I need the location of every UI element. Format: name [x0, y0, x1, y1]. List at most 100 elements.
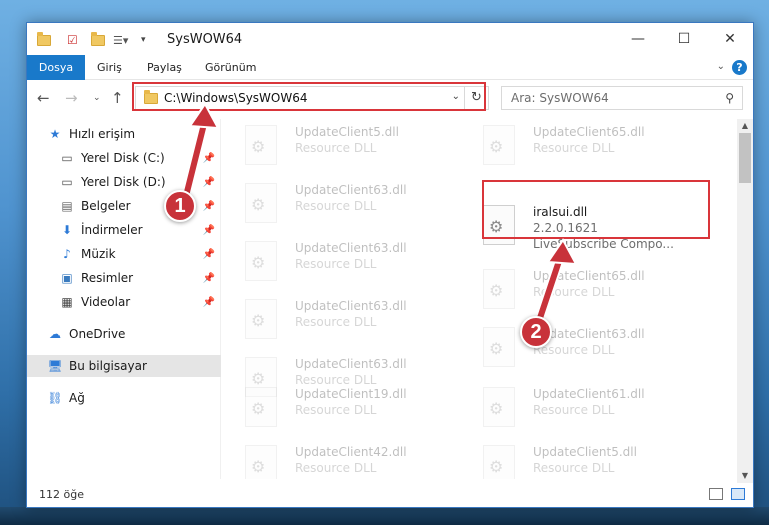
sidebar-item-label: Resimler — [81, 271, 134, 285]
pin-icon: 📌 — [202, 152, 215, 164]
sidebar-item-label: Hızlı erişim — [69, 127, 136, 141]
minimize-button[interactable]: — — [615, 23, 661, 55]
pin-icon: 📌 — [202, 176, 215, 188]
sidebar-item-label: Yerel Disk (D:) — [81, 175, 166, 189]
dll-file-icon — [483, 125, 515, 165]
dll-file-icon — [483, 445, 515, 479]
up-icon[interactable]: ↑ — [111, 89, 124, 107]
list-item[interactable]: UpdateClient5.dll Resource DLL — [223, 123, 453, 169]
dll-file-icon — [245, 299, 277, 339]
documents-icon: ▤ — [61, 199, 73, 213]
sidebar-item-music[interactable]: ♪ Müzik 📌 — [27, 243, 221, 265]
list-item[interactable]: UpdateClient65.dll Resource DLL — [461, 267, 691, 313]
vertical-scrollbar[interactable]: ▲ ▼ — [737, 119, 753, 483]
videos-icon: ▦ — [61, 295, 73, 309]
status-bar: 112 öğe — [27, 483, 753, 507]
tab-gorunum[interactable]: Görünüm — [205, 55, 256, 80]
search-input[interactable]: Ara: SysWOW64 ⚲ — [501, 86, 743, 110]
dll-file-icon — [245, 387, 277, 427]
list-item[interactable]: UpdateClient19.dll Resource DLL — [223, 385, 453, 431]
dll-file-icon — [483, 269, 515, 309]
forward-icon[interactable]: → — [65, 89, 78, 107]
file-description: Resource DLL — [533, 461, 615, 475]
title-bar: ☑ ☰▾ ▾ SysWOW64 — ☐ ✕ — [27, 23, 753, 55]
computer-icon: 🖥 — [47, 359, 63, 373]
maximize-button[interactable]: ☐ — [661, 23, 707, 55]
item-count: 112 öğe — [39, 488, 84, 501]
dll-file-icon — [245, 183, 277, 223]
desktop-background — [0, 507, 769, 525]
new-folder-icon[interactable] — [91, 31, 105, 49]
sidebar-item-label: OneDrive — [69, 327, 126, 341]
sidebar-item-label: Müzik — [81, 247, 116, 261]
pin-icon: 📌 — [202, 224, 215, 236]
file-description: Resource DLL — [295, 199, 377, 213]
sidebar-item-pictures[interactable]: ▣ Resimler 📌 — [27, 267, 221, 289]
drive-icon: ▭ — [61, 175, 73, 189]
list-item[interactable]: UpdateClient63.dll Resource DLL — [223, 239, 453, 285]
dll-file-icon — [483, 387, 515, 427]
list-item[interactable]: UpdateClient63.dll Resource DLL — [461, 325, 691, 371]
list-item[interactable]: UpdateClient5.dll Resource DLL — [461, 443, 691, 479]
file-description: Resource DLL — [295, 461, 377, 475]
sidebar-item-label: Ağ — [69, 391, 85, 405]
sidebar-item-network[interactable]: ⛓ Ağ — [27, 387, 221, 409]
sidebar-item-local-disk-c[interactable]: ▭ Yerel Disk (C:) 📌 — [27, 147, 221, 169]
file-name: UpdateClient65.dll — [533, 125, 645, 139]
recent-dropdown-icon[interactable]: ⌄ — [93, 93, 101, 103]
tiles-view-icon[interactable] — [731, 488, 745, 500]
sidebar-item-videos[interactable]: ▦ Videolar 📌 — [27, 291, 221, 313]
window-title: SysWOW64 — [167, 32, 243, 47]
cloud-icon: ☁ — [49, 327, 61, 341]
list-item[interactable]: UpdateClient63.dll Resource DLL — [223, 181, 453, 227]
help-icon[interactable]: ? — [732, 60, 747, 75]
file-description: Resource DLL — [533, 403, 615, 417]
pin-icon: 📌 — [202, 296, 215, 308]
file-description: Resource DLL — [295, 257, 377, 271]
sidebar-item-label: Belgeler — [81, 199, 131, 213]
file-description: Resource DLL — [295, 315, 377, 329]
sidebar-item-label: Videolar — [81, 295, 131, 309]
network-icon: ⛓ — [47, 391, 63, 405]
file-description: Resource DLL — [295, 403, 377, 417]
file-description: Resource DLL — [533, 141, 615, 155]
file-name: UpdateClient63.dll — [295, 241, 407, 255]
file-name: UpdateClient63.dll — [295, 183, 407, 197]
music-icon: ♪ — [63, 247, 71, 261]
sidebar-item-this-pc[interactable]: 🖥 Bu bilgisayar — [27, 355, 221, 377]
sidebar-item-onedrive[interactable]: ☁ OneDrive — [27, 323, 221, 345]
file-name: UpdateClient5.dll — [533, 445, 637, 459]
step-badge-1: 1 — [164, 190, 196, 222]
pin-icon: 📌 — [202, 248, 215, 260]
sidebar-item-quick-access[interactable]: ★ Hızlı erişim — [27, 123, 221, 145]
sidebar-item-local-disk-d[interactable]: ▭ Yerel Disk (D:) 📌 — [27, 171, 221, 193]
list-item[interactable]: UpdateClient61.dll Resource DLL — [461, 385, 691, 431]
file-name: UpdateClient61.dll — [533, 387, 645, 401]
close-button[interactable]: ✕ — [707, 23, 753, 55]
file-description: LiveSubscribe Compo... — [533, 237, 674, 251]
quick-access-toolbar-icon[interactable]: ☰▾ — [113, 31, 128, 49]
search-icon[interactable]: ⚲ — [725, 91, 734, 105]
list-item[interactable]: UpdateClient65.dll Resource DLL — [461, 123, 691, 169]
list-item[interactable]: UpdateClient63.dll Resource DLL — [223, 297, 453, 343]
step-badge-2: 2 — [520, 316, 552, 348]
details-view-icon[interactable] — [709, 488, 723, 500]
scroll-down-icon[interactable]: ▼ — [737, 469, 753, 483]
file-name: UpdateClient19.dll — [295, 387, 407, 401]
toolbar-dropdown-icon[interactable]: ▾ — [141, 31, 146, 49]
properties-icon[interactable]: ☑ — [67, 31, 78, 49]
tab-giris[interactable]: Giriş — [97, 55, 122, 80]
sidebar-item-downloads[interactable]: ⬇ İndirmeler 📌 — [27, 219, 221, 241]
list-item[interactable]: UpdateClient42.dll Resource DLL — [223, 443, 453, 479]
address-highlight-box — [132, 82, 486, 111]
drive-icon: ▭ — [61, 151, 73, 165]
file-name: UpdateClient63.dll — [295, 299, 407, 313]
scrollbar-thumb[interactable] — [739, 133, 751, 183]
back-icon[interactable]: ← — [37, 89, 50, 107]
tab-paylas[interactable]: Paylaş — [147, 55, 182, 80]
tab-dosya[interactable]: Dosya — [27, 55, 85, 80]
pin-icon: 📌 — [202, 272, 215, 284]
scroll-up-icon[interactable]: ▲ — [737, 119, 753, 133]
chevron-down-icon[interactable]: ⌄ — [717, 61, 725, 72]
pictures-icon: ▣ — [61, 271, 73, 285]
